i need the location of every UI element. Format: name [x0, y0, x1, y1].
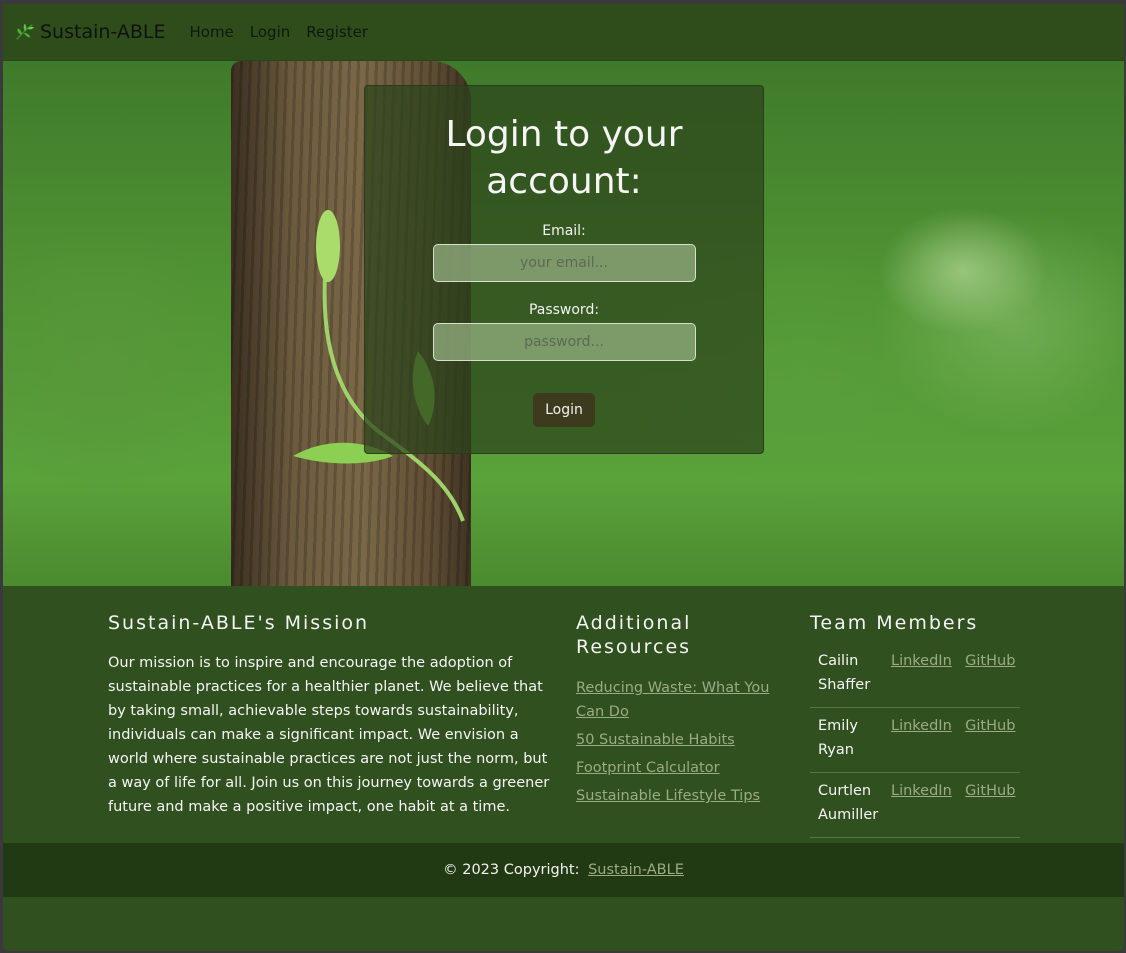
resources-section: Additional Resources Reducing Waste: Wha…	[576, 611, 776, 812]
github-link[interactable]: GitHub	[965, 783, 1015, 799]
member-name: Curtlen Aumiller	[810, 772, 883, 838]
member-name: Cailin Shaffer	[810, 643, 883, 708]
mission-text: Our mission is to inspire and encourage …	[108, 655, 550, 815]
member-linkedin-cell: LinkedIn	[883, 643, 958, 708]
navbar: Sustain-ABLE Home Login Register	[3, 4, 1124, 61]
linkedin-link[interactable]: LinkedIn	[891, 718, 952, 734]
resource-link-lifestyle[interactable]: Sustainable Lifestyle Tips	[576, 788, 760, 804]
github-link[interactable]: GitHub	[965, 718, 1015, 734]
team-row: Curtlen Aumiller LinkedIn GitHub	[810, 772, 1020, 838]
password-label: Password:	[528, 302, 600, 318]
member-linkedin-cell: LinkedIn	[883, 707, 958, 773]
footer: Sustain-ABLE's Mission Our mission is to…	[3, 586, 1124, 897]
copyright-text: © 2023 Copyright:	[443, 862, 580, 878]
linkedin-link[interactable]: LinkedIn	[891, 783, 952, 799]
password-input[interactable]	[432, 323, 696, 361]
nav-register-link[interactable]: Register	[306, 23, 368, 41]
team-row: Cailin Shaffer LinkedIn GitHub	[810, 643, 1020, 708]
hero-background: Login to your account: Email: Password: …	[3, 61, 1124, 586]
resource-link-footprint[interactable]: Footprint Calculator	[576, 760, 720, 776]
member-github-cell: GitHub	[957, 772, 1020, 838]
member-github-cell: GitHub	[957, 643, 1020, 708]
nav-login-link[interactable]: Login	[250, 23, 290, 41]
resources-list: Reducing Waste: What You Can Do 50 Susta…	[576, 676, 776, 808]
member-name: Emily Ryan	[810, 707, 883, 773]
mission-section: Sustain-ABLE's Mission Our mission is to…	[108, 611, 558, 819]
team-table: Cailin Shaffer LinkedIn GitHub Emily Rya…	[810, 643, 1020, 838]
login-title: Login to your account:	[445, 114, 683, 202]
resources-heading: Additional Resources	[576, 612, 692, 658]
login-card: Login to your account: Email: Password: …	[364, 85, 764, 454]
leaf-icon	[16, 23, 35, 40]
member-linkedin-cell: LinkedIn	[883, 772, 958, 838]
resource-link-habits[interactable]: 50 Sustainable Habits	[576, 732, 735, 748]
team-section: Team Members Cailin Shaffer LinkedIn Git…	[810, 611, 1022, 838]
brand[interactable]: Sustain-ABLE	[14, 21, 165, 43]
resource-link-reducing-waste[interactable]: Reducing Waste: What You Can Do	[576, 680, 769, 720]
linkedin-link[interactable]: LinkedIn	[891, 653, 952, 669]
email-label: Email:	[542, 223, 586, 239]
team-row: Emily Ryan LinkedIn GitHub	[810, 707, 1020, 773]
resource-item: 50 Sustainable Habits	[576, 728, 776, 752]
copyright-link[interactable]: Sustain-ABLE	[588, 862, 684, 878]
login-button[interactable]: Login	[533, 393, 595, 427]
page: Sustain-ABLE Home Login Register Login t…	[3, 4, 1124, 951]
resource-item: Footprint Calculator	[576, 756, 776, 780]
nav-home-link[interactable]: Home	[189, 23, 233, 41]
copyright-bar: © 2023 Copyright: Sustain-ABLE	[3, 843, 1124, 897]
email-input[interactable]	[432, 244, 696, 282]
team-heading: Team Members	[810, 612, 979, 634]
resource-item: Reducing Waste: What You Can Do	[576, 676, 776, 724]
resource-item: Sustainable Lifestyle Tips	[576, 784, 776, 808]
member-github-cell: GitHub	[957, 707, 1020, 773]
github-link[interactable]: GitHub	[965, 653, 1015, 669]
brand-name: Sustain-ABLE	[40, 21, 166, 43]
mission-heading: Sustain-ABLE's Mission	[108, 612, 370, 634]
